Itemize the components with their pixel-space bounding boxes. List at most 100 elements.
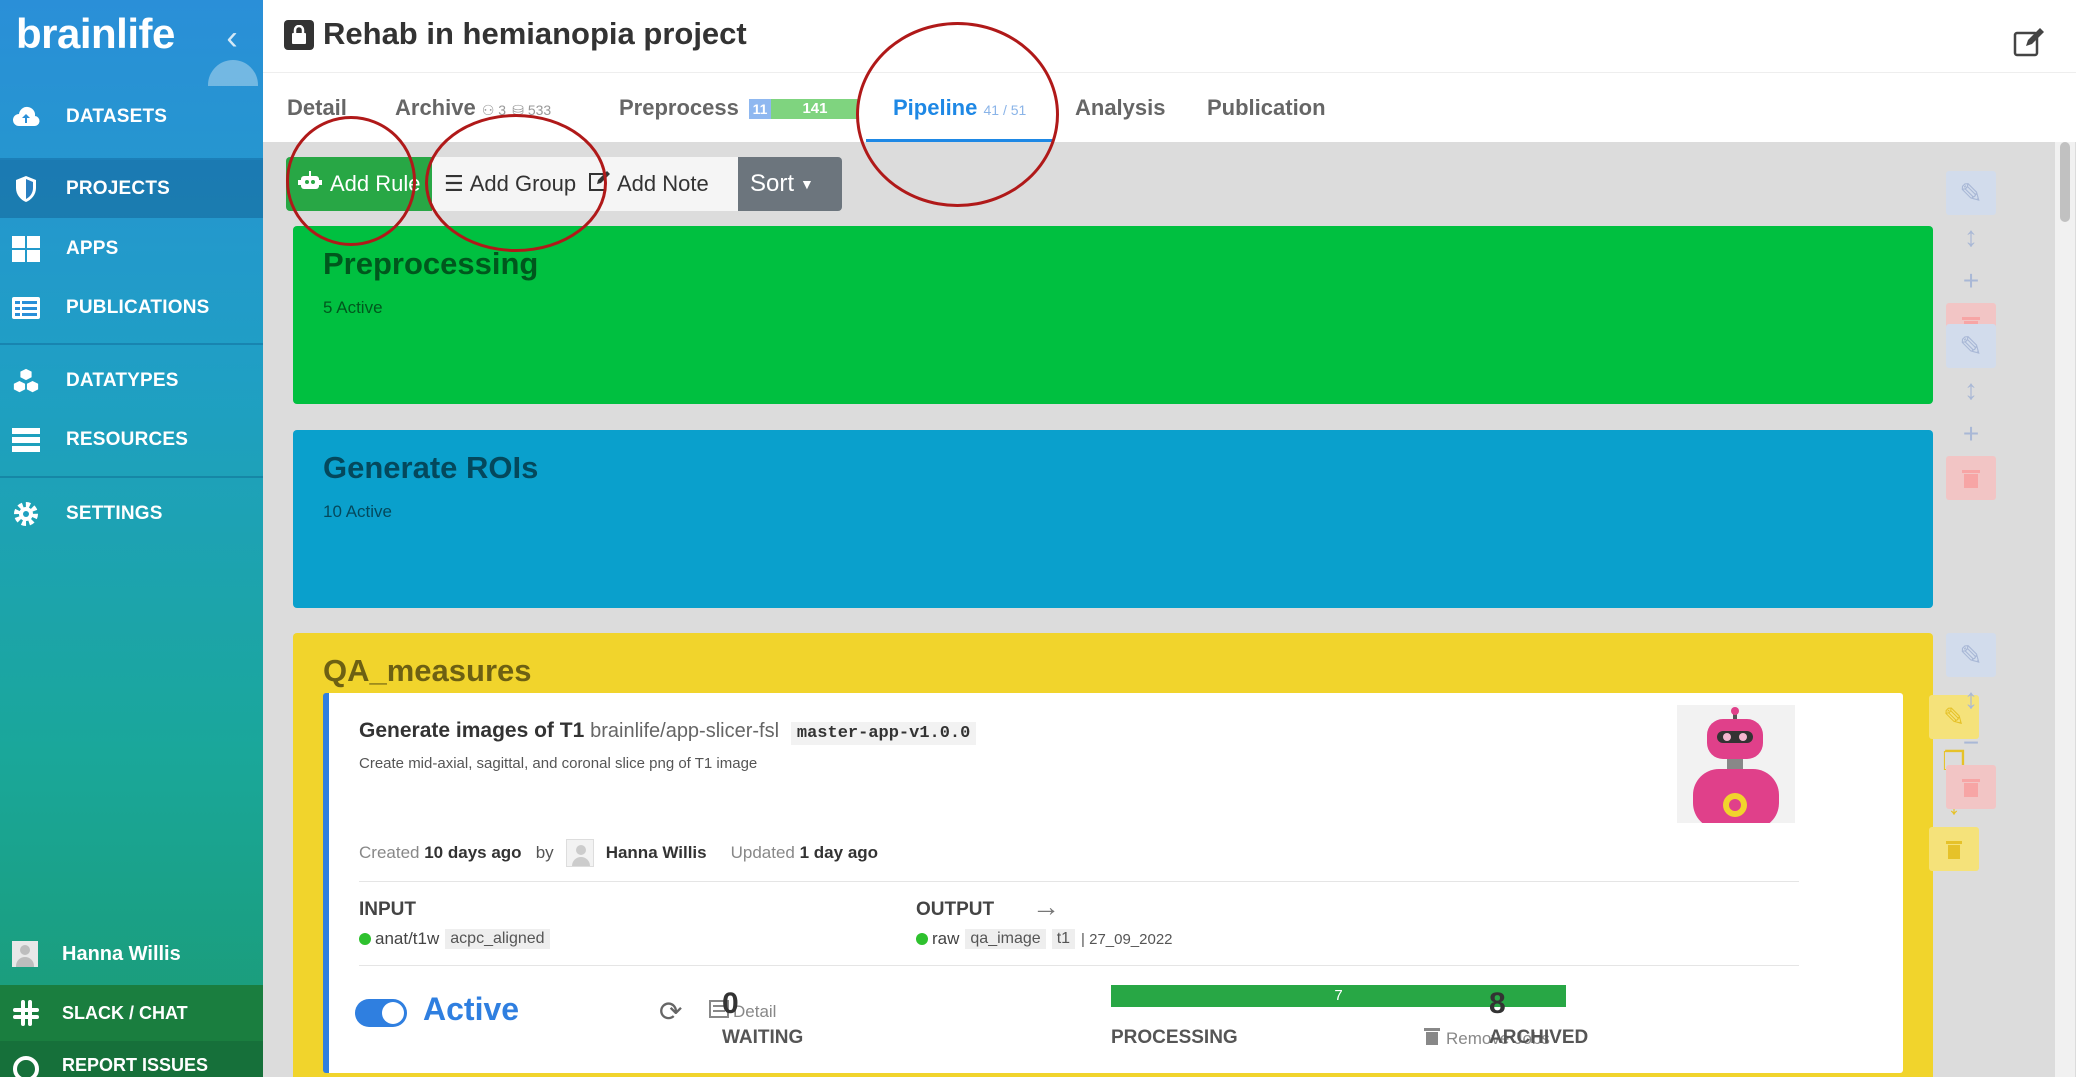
sidebar-item-settings[interactable]: SETTINGS [0,485,263,543]
add-group-button[interactable]: ☰ Add Group [432,157,577,211]
divider [0,343,263,345]
shield-icon [12,175,40,203]
lock-icon [284,20,314,50]
group-active-count: 10 Active [323,502,392,521]
sidebar-item-resources[interactable]: RESOURCES [0,411,263,469]
collapse-sidebar-icon[interactable]: ‹ [210,18,254,62]
archive-users-count: 3 [498,102,507,118]
button-label: Add Rule [330,171,421,196]
group-controls: ✎ ↕ + [1946,171,1996,347]
divider [359,881,1799,882]
delete-group-icon[interactable] [1946,765,1996,809]
active-toggle[interactable] [355,999,407,1027]
tab-label: Preprocess [619,95,739,120]
scrollbar[interactable] [2055,142,2075,1077]
datatype-tag: qa_image [965,929,1046,949]
sidebar-user[interactable]: Hanna Willis [0,930,263,978]
tab-detail[interactable]: Detail [287,95,347,121]
tab-label: Pipeline [893,95,978,120]
sidebar-item-label: REPORT ISSUES [62,1055,209,1075]
sidebar-item-report[interactable]: REPORT ISSUES [0,1041,263,1077]
delete-group-icon[interactable] [1946,456,1996,500]
move-group-icon[interactable]: ↕ [1946,215,1996,259]
sidebar-item-slack[interactable]: SLACK / CHAT [0,985,263,1041]
input-datatype: anat/t1w acpc_aligned [359,929,550,949]
sidebar-item-datatypes[interactable]: DATATYPES [0,352,263,410]
app-root: brainlife ‹ DATASETS PROJECTS APPS PUBLI… [0,0,2076,1077]
user-avatar [565,839,594,867]
tab-pipeline[interactable]: Pipeline 41 / 51 [893,95,1026,121]
group-controls: ✎ ↕ − [1946,633,1996,809]
edit-group-icon[interactable]: ✎ [1946,633,1996,677]
divider [0,476,263,478]
add-to-group-icon[interactable]: + [1946,259,1996,303]
sidebar: brainlife ‹ DATASETS PROJECTS APPS PUBLI… [0,0,263,1077]
caret-down-icon: ▼ [800,176,814,192]
refresh-icon[interactable]: ⟳ [659,995,682,1028]
collapse-tab [208,60,258,86]
preprocess-progress: 11 141 [748,99,859,120]
button-label: Add Note [617,171,709,196]
sidebar-item-projects[interactable]: PROJECTS [0,160,263,218]
app-repo-link[interactable]: brainlife/app-slicer-fsl [590,720,779,742]
input-label: INPUT [359,899,416,920]
sidebar-item-apps[interactable]: APPS [0,220,263,278]
detail-link[interactable]: Detail [709,1000,776,1023]
divider [359,965,1799,966]
processing-label: PROCESSING [1111,1027,1238,1048]
tab-publication[interactable]: Publication [1207,95,1326,121]
page-title: Rehab in hemianopia project [323,16,747,51]
datatype-tag: t1 [1051,929,1076,949]
tab-analysis[interactable]: Analysis [1075,95,1166,121]
sidebar-item-label: SLACK / CHAT [62,1002,188,1023]
group-title: Preprocessing [323,246,539,281]
updated-time: 1 day ago [799,843,879,862]
edit-project-icon[interactable] [2012,26,2046,60]
tab-archive[interactable]: Archive ⚇ 3 ⛁ 533 [395,95,551,121]
rule-group-generate-rois[interactable]: Generate ROIs 10 Active [293,430,1933,608]
sidebar-item-label: SETTINGS [66,503,163,524]
app-avatar-robot [1677,705,1795,823]
server-icon [12,426,40,454]
list-icon: ☰ [444,171,464,196]
collapse-group-icon[interactable]: − [1946,721,1996,765]
sidebar-item-label: DATASETS [66,106,168,127]
preprocess-count-b: 141 [770,99,859,120]
edit-group-icon[interactable]: ✎ [1946,324,1996,368]
waiting-label: WAITING [722,1027,804,1048]
rule-owner[interactable]: Hanna Willis [606,843,707,863]
delete-rule-icon[interactable] [1929,827,1979,871]
move-group-icon[interactable]: ↕ [1946,677,1996,721]
sidebar-item-publications[interactable]: PUBLICATIONS [0,279,263,337]
waiting-count: 0 [722,987,739,1020]
gear-icon [12,500,40,528]
by-label: by [535,843,554,862]
avatar [12,941,38,967]
pipeline-count: 41 / 51 [983,102,1027,118]
rule-group-preprocessing[interactable]: Preprocessing 5 Active [293,226,1933,404]
sort-dropdown[interactable]: Sort ▼ [738,157,842,211]
trash-icon [1424,1027,1440,1050]
sidebar-item-datasets[interactable]: DATASETS [0,88,263,146]
sidebar-item-label: PUBLICATIONS [66,297,210,318]
add-rule-button[interactable]: Add Rule [286,157,432,211]
group-title: QA_measures [323,653,532,688]
sidebar-item-label: DATATYPES [66,370,179,391]
cloud-upload-icon [12,103,40,131]
brand-logo[interactable]: brainlife [16,10,175,58]
archived-label: ARCHIVED [1489,1027,1589,1048]
rule-group-qa-measures[interactable]: QA_measures Generate images of T1 brainl… [293,633,1979,1077]
scroll-thumb[interactable] [2060,142,2070,222]
edit-icon [589,170,611,198]
button-label: Add Group [469,171,577,196]
add-to-group-icon[interactable]: + [1946,412,1996,456]
robot-icon [298,171,322,197]
datatype-tag: acpc_aligned [445,929,550,949]
tab-preprocess[interactable]: Preprocess 11 141 [619,95,859,121]
move-group-icon[interactable]: ↕ [1946,368,1996,412]
edit-group-icon[interactable]: ✎ [1946,171,1996,215]
rule-card[interactable]: Generate images of T1 brainlife/app-slic… [323,693,1903,1073]
archive-icon: ⛁ [512,102,528,118]
list-icon [12,294,40,322]
add-note-button[interactable]: Add Note [577,157,738,211]
